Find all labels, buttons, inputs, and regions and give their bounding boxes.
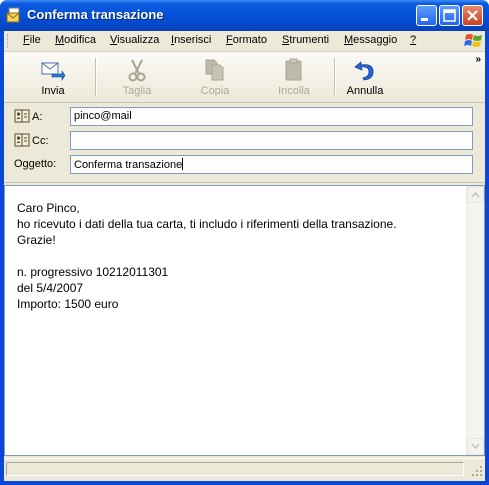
menu-modifica[interactable]: Modifica xyxy=(55,34,96,46)
chevron-up-icon xyxy=(471,191,480,198)
toolbar-overflow-chevron[interactable]: » xyxy=(475,54,481,65)
close-icon xyxy=(467,10,478,21)
scissors-icon xyxy=(128,59,146,82)
message-body-text[interactable]: Caro Pinco, ho ricevuto i dati della tua… xyxy=(17,200,457,312)
to-button[interactable]: A: xyxy=(14,109,42,125)
message-body[interactable]: Caro Pinco, ho ricevuto i dati della tua… xyxy=(4,185,485,456)
scroll-up-button[interactable] xyxy=(467,186,484,203)
minimize-icon xyxy=(421,18,428,21)
window-title: Conferma transazione xyxy=(27,7,164,22)
title-bar[interactable]: Conferma transazione xyxy=(0,0,489,31)
menu-visualizza[interactable]: Visualizza xyxy=(110,34,159,46)
maximize-icon xyxy=(443,9,456,22)
to-label: A: xyxy=(32,111,43,123)
copy-label: Copia xyxy=(200,85,230,97)
toolbar-separator xyxy=(95,58,96,96)
menu-help[interactable]: ? xyxy=(410,34,416,46)
envelope-doc-icon xyxy=(6,7,22,23)
text-caret xyxy=(182,158,184,170)
cc-field[interactable] xyxy=(70,131,473,150)
send-label: Invia xyxy=(41,85,65,97)
cut-label: Taglia xyxy=(122,85,152,97)
compose-window: Conferma transazione File Modifica Visua… xyxy=(0,0,489,485)
cc-button[interactable]: Cc: xyxy=(14,133,49,149)
subject-value: Conferma transazione xyxy=(74,159,183,171)
maximize-button[interactable] xyxy=(439,5,460,26)
paste-icon xyxy=(285,58,302,81)
to-field[interactable]: pinco@mail xyxy=(70,107,473,126)
status-bar xyxy=(4,458,485,479)
menu-strumenti[interactable]: Strumenti xyxy=(282,34,329,46)
undo-arrow-icon xyxy=(354,61,374,81)
to-row: A: pinco@mail xyxy=(4,106,485,128)
vertical-scrollbar[interactable] xyxy=(466,186,484,455)
menu-file[interactable]: File xyxy=(23,34,41,46)
menu-messaggio[interactable]: Messaggio xyxy=(344,34,397,46)
resize-grip-icon[interactable] xyxy=(471,465,483,477)
close-button[interactable] xyxy=(462,5,483,26)
cc-row: Cc: xyxy=(4,130,485,152)
windows-logo-icon xyxy=(463,31,485,51)
minimize-button[interactable] xyxy=(416,5,437,26)
status-panel xyxy=(6,462,464,476)
undo-label: Annulla xyxy=(346,85,384,97)
subject-row: Oggetto: Conferma transazione xyxy=(4,154,485,176)
menu-bar: File Modifica Visualizza Inserisci Forma… xyxy=(4,31,485,52)
paste-button[interactable]: Incolla xyxy=(255,54,333,100)
send-icon xyxy=(41,62,66,81)
address-book-icon xyxy=(14,133,30,147)
address-book-icon xyxy=(14,109,30,123)
undo-button[interactable]: Annulla xyxy=(326,54,404,100)
cut-button[interactable]: Taglia xyxy=(98,54,176,100)
chevron-down-icon xyxy=(471,443,480,450)
menu-formato[interactable]: Formato xyxy=(226,34,267,46)
copy-button[interactable]: Copia xyxy=(176,54,254,100)
message-header: A: pinco@mail Cc: Oggetto: Conferma tran… xyxy=(4,103,485,183)
scroll-down-button[interactable] xyxy=(467,438,484,455)
window-frame: File Modifica Visualizza Inserisci Forma… xyxy=(4,31,485,481)
menu-grip[interactable] xyxy=(7,34,11,48)
subject-field[interactable]: Conferma transazione xyxy=(70,155,473,174)
cc-label: Cc: xyxy=(32,135,49,147)
toolbar: Invia Taglia Copia Incolla Annulla » xyxy=(4,52,485,103)
menu-inserisci[interactable]: Inserisci xyxy=(171,34,211,46)
paste-label: Incolla xyxy=(278,85,310,97)
subject-label: Oggetto: xyxy=(14,158,57,170)
send-button[interactable]: Invia xyxy=(14,54,92,100)
copy-icon xyxy=(205,59,224,81)
